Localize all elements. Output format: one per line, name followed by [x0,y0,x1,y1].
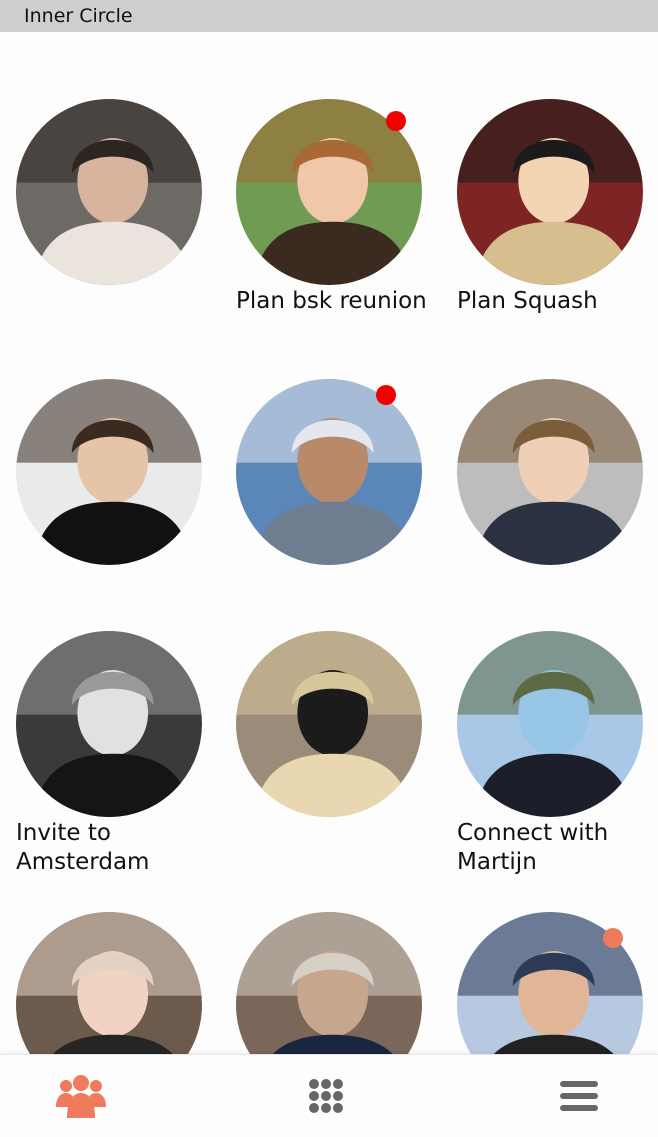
bottom-navigation [0,1054,658,1137]
contact-avatar[interactable] [16,99,202,285]
contact-avatar[interactable] [16,912,202,1054]
app-title: Inner Circle [24,5,133,27]
contact-avatar[interactable] [457,379,643,565]
contact-avatar[interactable] [457,99,643,285]
notification-badge [376,385,396,405]
hamburger-icon [560,1081,598,1111]
notification-badge [603,928,623,948]
avatar-photo [16,379,202,565]
nav-friends-button[interactable] [21,1055,141,1137]
contact-avatar[interactable] [16,631,202,817]
avatar-photo [16,631,202,817]
contact-avatar[interactable] [236,912,422,1054]
avatar-photo [236,912,422,1054]
contact-avatar[interactable] [457,631,643,817]
contact-caption: Plan Squash [457,288,598,314]
contact-avatar[interactable] [236,631,422,817]
avatar-photo [16,912,202,1054]
nav-menu-button[interactable] [519,1055,639,1137]
avatar-photo [16,99,202,285]
people-icon [56,1075,106,1118]
contact-caption: Invite to Amsterdam [16,820,150,875]
avatar-photo [457,631,643,817]
contact-avatar[interactable] [236,379,422,565]
contacts-grid: Plan bsk reunion Plan Squash Invite to A… [0,0,658,1054]
avatar-photo [457,379,643,565]
grid-dots-icon [309,1079,343,1113]
contact-caption: Plan bsk reunion [236,288,427,314]
contact-avatar[interactable] [16,379,202,565]
avatar-photo [236,631,422,817]
avatar-photo [457,99,643,285]
nav-apps-button[interactable] [266,1055,386,1137]
contact-caption: Connect with Martijn [457,820,609,875]
notification-badge [386,111,406,131]
app-title-bar: Inner Circle [0,0,658,32]
avatar-photo [236,379,422,565]
